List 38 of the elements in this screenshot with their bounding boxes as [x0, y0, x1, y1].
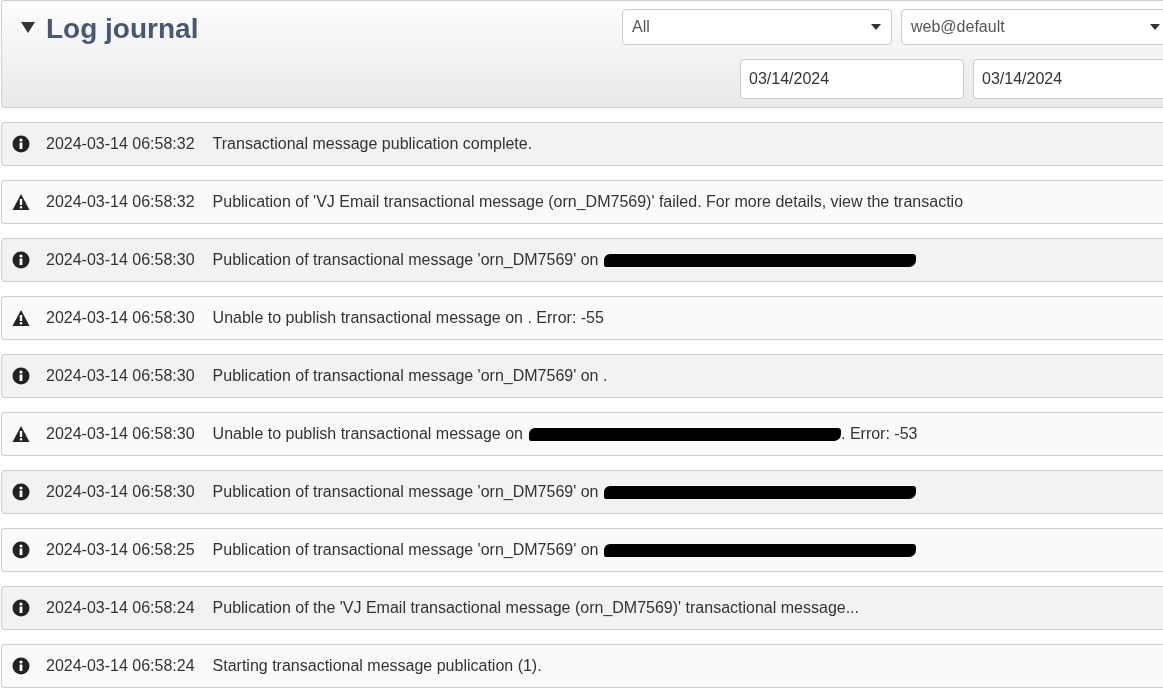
warning-icon — [12, 309, 30, 327]
log-message: Unable to publish transactional message on . Error: -55 — [212, 309, 604, 327]
log-message: . Error: -53 — [841, 425, 918, 443]
log-time: 2024-03-14 06:58:30 — [46, 425, 195, 443]
info-icon — [12, 251, 30, 269]
caret-icon — [1150, 24, 1160, 30]
info-icon — [12, 599, 30, 617]
info-icon — [12, 135, 30, 153]
log-message: Unable to publish transactional message on — [212, 425, 523, 443]
log-message: Starting transactional message publication (1). — [212, 657, 542, 675]
log-time: 2024-03-14 06:58:30 — [46, 367, 195, 385]
info-icon — [12, 541, 30, 559]
log-message: Publication of transactional message 'orn_DM7569' on — [212, 251, 599, 269]
log-time: 2024-03-14 06:58:32 — [46, 193, 195, 211]
log-message: Publication of transactional message 'orn_DM7569' on — [212, 541, 599, 559]
panel-title: Log journal — [46, 13, 199, 45]
log-time: 2024-03-14 06:58:24 — [46, 657, 195, 675]
date-field[interactable]: 03/14/2024 — [973, 59, 1163, 99]
log-message: Publication of 'VJ Email transactional message (orn_DM7569)' failed. For more details, view the transactio — [212, 193, 964, 211]
info-icon — [12, 367, 30, 385]
date-field[interactable]: 03/14/2024 — [740, 59, 964, 99]
warning-icon — [12, 193, 30, 211]
log-time: 2024-03-14 06:58:24 — [46, 599, 195, 617]
info-icon — [12, 657, 30, 675]
log-time: 2024-03-14 06:58:25 — [46, 541, 195, 559]
info-icon — [12, 483, 30, 501]
dropdown[interactable]: All — [622, 9, 892, 45]
dropdown[interactable]: web@default — [901, 9, 1163, 45]
log-message: Transactional message publication complete. — [212, 135, 533, 153]
log-time: 2024-03-14 06:58:32 — [46, 135, 195, 153]
log-message: Publication of transactional message 'orn_DM7569' on — [212, 483, 599, 501]
log-time: 2024-03-14 06:58:30 — [46, 483, 195, 501]
caret-icon — [871, 24, 881, 30]
log-time: 2024-03-14 06:58:30 — [46, 251, 195, 269]
log-time: 2024-03-14 06:58:30 — [46, 309, 195, 327]
log-message: Publication of the 'VJ Email transactional message (orn_DM7569)' transactional message... — [212, 599, 859, 617]
warning-icon — [12, 425, 30, 443]
log-message: Publication of transactional message 'orn_DM7569' on . — [212, 367, 608, 385]
